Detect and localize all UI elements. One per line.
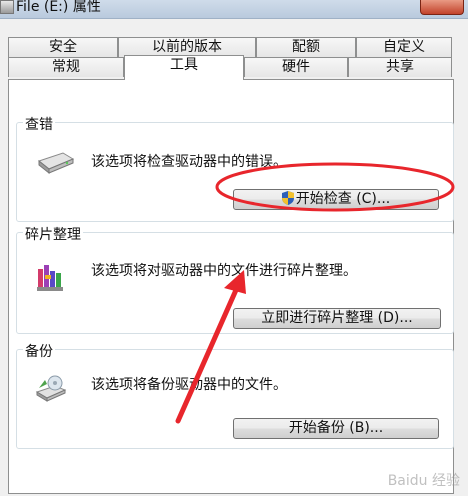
defrag-group: 碎片整理 该选项将对驱动器中的文件进行碎片整理。 立即进行碎片整理 (D)... <box>16 224 454 334</box>
backup-description: 该选项将备份驱动器中的文件。 <box>91 377 287 393</box>
tab-row-front: 常规 工具 硬件 共享 <box>8 55 452 80</box>
hard-drive-icon <box>37 152 75 175</box>
backup-icon <box>35 375 67 402</box>
start-backup-button[interactable]: 开始备份 (B)... <box>233 418 439 439</box>
tab-hardware[interactable]: 硬件 <box>244 57 348 77</box>
uac-shield-icon <box>281 191 294 205</box>
drive-properties-icon <box>0 0 14 14</box>
tab-quota[interactable]: 配额 <box>256 37 356 57</box>
error-check-description: 该选项将检查驱动器中的错误。 <box>91 154 287 170</box>
tab-sharing[interactable]: 共享 <box>348 57 452 77</box>
window-title: File (E:) 属性 <box>16 0 101 15</box>
properties-dialog: 安全 以前的版本 配额 自定义 常规 工具 硬件 共享 查错 该选项将检查驱动器… <box>0 19 468 496</box>
title-bar: File (E:) 属性 <box>0 0 468 19</box>
backup-group: 备份 该选项将备份驱动器中的文件。 开始备份 (B)... <box>16 341 454 449</box>
defrag-legend: 碎片整理 <box>23 224 83 244</box>
defrag-icon <box>37 265 63 291</box>
backup-legend: 备份 <box>23 341 55 361</box>
error-check-group: 查错 该选项将检查驱动器中的错误。 开始检查 (C)... <box>16 114 454 222</box>
tab-row-back: 安全 以前的版本 配额 自定义 <box>8 37 452 57</box>
tab-tools[interactable]: 工具 <box>124 55 244 80</box>
tab-customize[interactable]: 自定义 <box>356 37 452 57</box>
defrag-description: 该选项将对驱动器中的文件进行碎片整理。 <box>91 263 357 279</box>
start-check-label: 开始检查 (C)... <box>295 191 391 207</box>
baidu-watermark: Baidu 经验 <box>387 473 460 489</box>
tab-general[interactable]: 常规 <box>8 57 124 77</box>
error-check-legend: 查错 <box>23 114 55 134</box>
tab-security[interactable]: 安全 <box>8 37 118 57</box>
defrag-now-button[interactable]: 立即进行碎片整理 (D)... <box>233 308 441 329</box>
close-button[interactable] <box>420 0 464 15</box>
start-check-button[interactable]: 开始检查 (C)... <box>233 189 439 210</box>
tab-previous-versions[interactable]: 以前的版本 <box>118 37 256 57</box>
